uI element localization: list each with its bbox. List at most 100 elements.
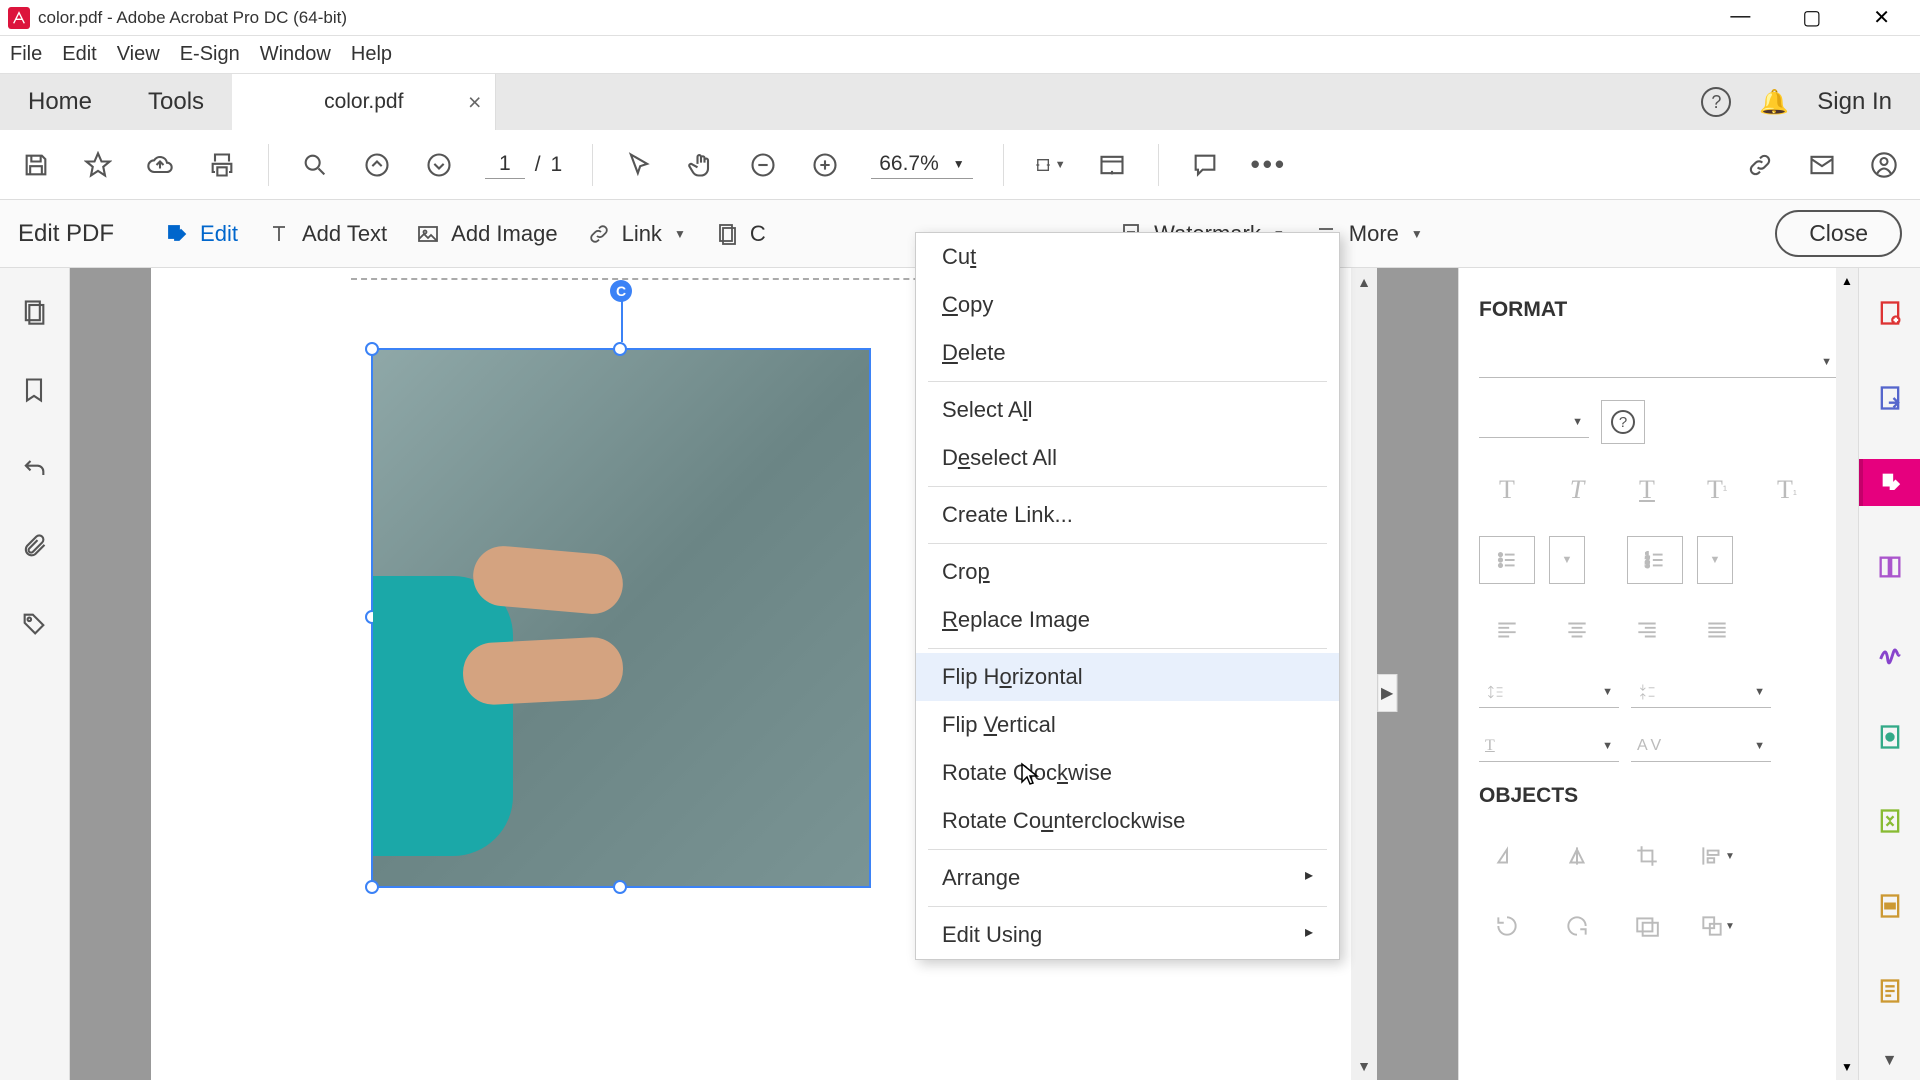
context-cut[interactable]: Cut	[916, 233, 1339, 281]
menu-esign[interactable]: E-Sign	[180, 43, 240, 66]
sign-in-link[interactable]: Sign In	[1817, 88, 1892, 116]
email-icon[interactable]	[1806, 149, 1838, 181]
zoom-in-icon[interactable]	[809, 149, 841, 181]
close-edit-button[interactable]: Close	[1775, 210, 1902, 257]
close-tab-icon[interactable]: ×	[468, 89, 481, 116]
scroll-down-icon[interactable]: ▼	[1357, 1058, 1371, 1074]
font-color-icon[interactable]: T	[1479, 466, 1535, 514]
read-mode-icon[interactable]	[1096, 149, 1128, 181]
format-help-icon[interactable]: ?	[1601, 400, 1645, 444]
star-icon[interactable]	[82, 149, 114, 181]
menu-edit[interactable]: Edit	[62, 43, 96, 66]
current-page[interactable]: 1	[485, 150, 525, 179]
context-edit-using[interactable]: Edit Using	[916, 911, 1339, 959]
context-create-link[interactable]: Create Link...	[916, 491, 1339, 539]
sign-tool[interactable]	[1859, 629, 1920, 676]
fit-width-icon[interactable]: ▼	[1034, 149, 1066, 181]
account-icon[interactable]	[1868, 149, 1900, 181]
zoom-out-icon[interactable]	[747, 149, 779, 181]
page-up-icon[interactable]	[361, 149, 393, 181]
menu-view[interactable]: View	[117, 43, 160, 66]
font-size-select[interactable]: ▼	[1479, 406, 1589, 438]
horizontal-scale-select[interactable]: T ▼	[1479, 730, 1619, 762]
minimize-button[interactable]: —	[1716, 5, 1764, 30]
char-spacing-select[interactable]: AV ▼	[1631, 730, 1771, 762]
scroll-up-icon[interactable]: ▲	[1841, 274, 1853, 288]
flip-horizontal-icon[interactable]	[1479, 832, 1535, 880]
arrange-icon[interactable]: ▼	[1689, 902, 1745, 950]
menu-window[interactable]: Window	[260, 43, 331, 66]
search-icon[interactable]	[299, 149, 331, 181]
context-rotate-ccw[interactable]: Rotate Counterclockwise	[916, 797, 1339, 845]
number-list-icon[interactable]: 123	[1627, 536, 1683, 584]
compress-tool[interactable]	[1859, 798, 1920, 845]
undo-icon[interactable]	[20, 454, 50, 484]
flip-vertical-icon[interactable]	[1549, 832, 1605, 880]
context-rotate-cw[interactable]: Rotate Clockwise	[916, 749, 1339, 797]
context-arrange[interactable]: Arrange	[916, 854, 1339, 902]
vertical-scrollbar[interactable]: ▲ ▼ ▶	[1351, 268, 1377, 1080]
bookmarks-icon[interactable]	[20, 376, 50, 406]
context-flip-vertical[interactable]: Flip Vertical	[916, 701, 1339, 749]
align-justify-icon[interactable]	[1689, 606, 1745, 654]
export-pdf-tool[interactable]	[1859, 375, 1920, 422]
paragraph-spacing-select[interactable]: ▼	[1631, 676, 1771, 708]
edit-pdf-tool[interactable]	[1859, 459, 1920, 506]
notifications-icon[interactable]: 🔔	[1759, 88, 1789, 117]
selection-tool-icon[interactable]	[623, 149, 655, 181]
rotate-cw-icon[interactable]	[1549, 902, 1605, 950]
expand-right-panel-icon[interactable]: ▶	[1377, 674, 1397, 712]
scroll-up-icon[interactable]: ▲	[1357, 274, 1371, 290]
tools-tab[interactable]: Tools	[120, 74, 232, 130]
context-delete[interactable]: Delete	[916, 329, 1339, 377]
help-icon[interactable]: ?	[1701, 87, 1731, 117]
context-select-all[interactable]: Select All	[916, 386, 1339, 434]
font-family-select[interactable]: ▼	[1479, 346, 1838, 378]
save-icon[interactable]	[20, 149, 52, 181]
context-crop[interactable]: Crop	[916, 548, 1339, 596]
prepare-form-tool[interactable]	[1859, 967, 1920, 1014]
bullet-list-dropdown[interactable]: ▼	[1549, 536, 1585, 584]
attachments-icon[interactable]	[20, 532, 50, 562]
context-replace-image[interactable]: Replace Image	[916, 596, 1339, 644]
more-tools-icon[interactable]: •••	[1251, 149, 1287, 180]
menu-help[interactable]: Help	[351, 43, 392, 66]
menu-file[interactable]: File	[10, 43, 42, 66]
align-objects-icon[interactable]: ▼	[1689, 832, 1745, 880]
crop-image-icon[interactable]	[1619, 832, 1675, 880]
comment-icon[interactable]	[1189, 149, 1221, 181]
add-image-tool[interactable]: Add Image	[415, 221, 557, 247]
align-right-icon[interactable]	[1619, 606, 1675, 654]
create-pdf-tool[interactable]	[1859, 290, 1920, 337]
rotation-handle[interactable]: C	[610, 280, 632, 302]
align-left-icon[interactable]	[1479, 606, 1535, 654]
print-icon[interactable]	[206, 149, 238, 181]
share-link-icon[interactable]	[1744, 149, 1776, 181]
context-copy[interactable]: Copy	[916, 281, 1339, 329]
hand-tool-icon[interactable]	[685, 149, 717, 181]
superscript-icon[interactable]: T¹	[1689, 466, 1745, 514]
edit-tool[interactable]: Edit	[164, 221, 238, 247]
context-flip-horizontal[interactable]: Flip Horizontal	[916, 653, 1339, 701]
subscript-icon[interactable]: T₁	[1759, 466, 1815, 514]
italic-icon[interactable]: T	[1549, 466, 1605, 514]
selected-image[interactable]: C	[371, 348, 871, 888]
document-tab[interactable]: color.pdf ×	[232, 74, 496, 130]
page-down-icon[interactable]	[423, 149, 455, 181]
close-window-button[interactable]: ✕	[1859, 5, 1904, 30]
crop-tool-partial[interactable]: C	[714, 221, 766, 247]
scroll-tools-down-icon[interactable]: ▼	[1882, 1052, 1898, 1070]
maximize-button[interactable]: ▢	[1788, 5, 1835, 30]
zoom-level-select[interactable]: 66.7% ▼	[871, 150, 972, 179]
align-center-icon[interactable]	[1549, 606, 1605, 654]
page-number-input[interactable]: 1 / 1	[485, 150, 562, 179]
tags-icon[interactable]	[20, 610, 50, 640]
home-tab[interactable]: Home	[0, 74, 120, 130]
redact-tool[interactable]	[1859, 883, 1920, 930]
number-list-dropdown[interactable]: ▼	[1697, 536, 1733, 584]
cloud-upload-icon[interactable]	[144, 149, 176, 181]
rotate-ccw-icon[interactable]	[1479, 902, 1535, 950]
organize-tool[interactable]	[1859, 544, 1920, 591]
bullet-list-icon[interactable]	[1479, 536, 1535, 584]
line-spacing-select[interactable]: ▼	[1479, 676, 1619, 708]
